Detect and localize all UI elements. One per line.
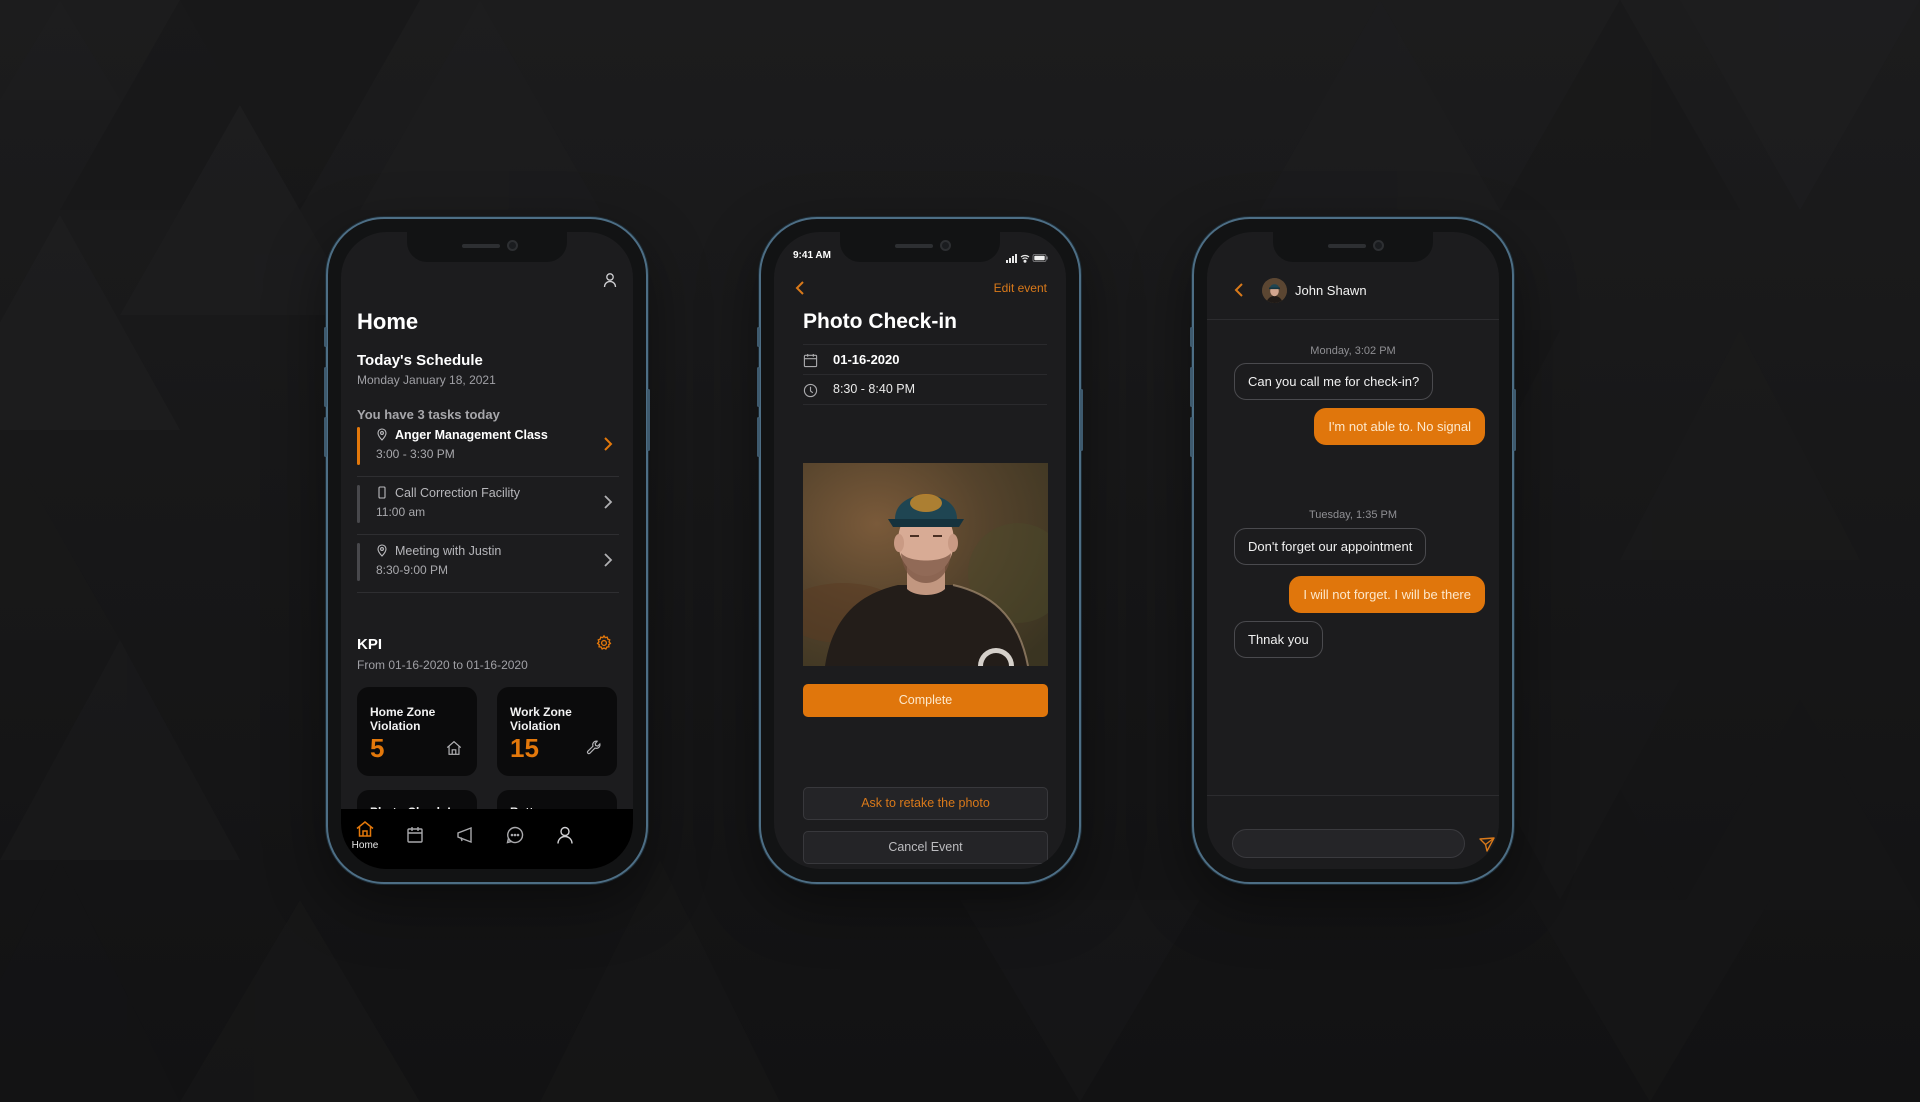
chevron-right-icon[interactable] xyxy=(603,436,613,452)
complete-button[interactable]: Complete xyxy=(803,684,1048,717)
phone-device-icon xyxy=(376,486,388,499)
tab-calendar[interactable] xyxy=(395,819,435,855)
chat-bubble-icon xyxy=(495,825,535,845)
message-bubble-incoming: Can you call me for check-in? xyxy=(1234,363,1434,400)
task-item[interactable]: Anger Management Class 3:00 - 3:30 PM xyxy=(357,420,619,477)
phone-power-button xyxy=(1513,389,1516,451)
divider xyxy=(803,344,1047,345)
chevron-right-icon[interactable] xyxy=(603,494,613,510)
bottom-tab-bar: Home xyxy=(341,809,633,869)
event-time: 8:30 - 8:40 PM xyxy=(833,382,915,396)
kpi-card-work-zone[interactable]: Work Zone Violation 15 xyxy=(497,687,617,776)
gear-icon[interactable] xyxy=(595,634,613,652)
message-bubble-incoming: Thnak you xyxy=(1234,621,1323,658)
calendar-icon xyxy=(803,353,818,368)
event-date: 01-16-2020 xyxy=(833,352,900,367)
task-name: Call Correction Facility xyxy=(395,486,521,500)
kpi-title: KPI xyxy=(357,636,383,653)
signal-icon xyxy=(1006,254,1017,263)
phone-volume-down xyxy=(1190,417,1193,457)
task-time: 8:30-9:00 PM xyxy=(376,563,449,577)
home-screen: Home Today's Schedule Monday January 18,… xyxy=(341,232,633,869)
tab-messages[interactable] xyxy=(495,819,535,855)
battery-icon xyxy=(1032,254,1048,262)
message-bubble-outgoing: I'm not able to. No signal xyxy=(1314,408,1485,445)
phone-mute-switch xyxy=(1190,327,1193,347)
home-icon xyxy=(445,739,463,757)
edit-event-link[interactable]: Edit event xyxy=(994,281,1047,295)
wrench-icon xyxy=(585,739,603,757)
phone-notch xyxy=(840,232,1000,262)
phone-volume-up xyxy=(1190,367,1193,407)
task-time: 3:00 - 3:30 PM xyxy=(376,447,455,461)
task-name: Anger Management Class xyxy=(395,428,548,442)
phone-volume-up xyxy=(757,367,760,407)
message-bubble-outgoing: I will not forget. I will be there xyxy=(1289,576,1485,613)
phone-notch xyxy=(1273,232,1433,262)
photo-checkin-screen: 9:41 AM Edit event Photo Check-in 01-16-… xyxy=(774,232,1066,869)
divider xyxy=(803,404,1047,405)
tab-label: Home xyxy=(351,840,379,851)
phone-home: Home Today's Schedule Monday January 18,… xyxy=(324,217,650,884)
page-title: Photo Check-in xyxy=(803,310,958,333)
chevron-right-icon[interactable] xyxy=(603,552,613,568)
kpi-value: 15 xyxy=(510,733,539,763)
task-indicator-bar xyxy=(357,485,360,523)
tab-home[interactable]: Home xyxy=(345,819,385,855)
page-title: Home xyxy=(357,309,419,334)
kpi-card-home-zone[interactable]: Home Zone Violation 5 xyxy=(357,687,477,776)
phone-volume-down xyxy=(324,417,327,457)
kpi-date-range: From 01-16-2020 to 01-16-2020 xyxy=(357,658,528,672)
phone-power-button xyxy=(1080,389,1083,451)
status-bar-icons xyxy=(1006,250,1050,263)
tab-profile[interactable] xyxy=(545,819,585,855)
kpi-label: Work Zone Violation xyxy=(510,705,572,733)
user-icon[interactable] xyxy=(602,272,618,288)
send-icon[interactable] xyxy=(1478,835,1496,853)
phone-chat: John Shawn Monday, 3:02 PM Can you call … xyxy=(1190,217,1516,884)
task-item[interactable]: Meeting with Justin 8:30-9:00 PM xyxy=(357,536,619,593)
phone-volume-down xyxy=(757,417,760,457)
kpi-value: 5 xyxy=(370,733,385,763)
schedule-date: Monday January 18, 2021 xyxy=(357,373,496,387)
home-icon xyxy=(345,819,385,839)
chat-screen: John Shawn Monday, 3:02 PM Can you call … xyxy=(1207,232,1499,869)
contact-avatar[interactable] xyxy=(1262,278,1287,303)
megaphone-icon xyxy=(445,825,485,845)
message-timestamp: Monday, 3:02 PM xyxy=(1310,345,1396,357)
phone-volume-up xyxy=(324,367,327,407)
task-name: Meeting with Justin xyxy=(395,544,502,558)
schedule-title: Today's Schedule xyxy=(357,352,483,369)
footer-divider xyxy=(1207,795,1499,796)
task-item[interactable]: Call Correction Facility 11:00 am xyxy=(357,478,619,535)
header-divider xyxy=(1207,319,1499,320)
status-bar-time: 9:41 AM xyxy=(793,250,831,261)
wifi-icon xyxy=(1020,254,1030,263)
chevron-left-icon[interactable] xyxy=(1234,281,1245,299)
phone-mute-switch xyxy=(324,327,327,347)
phone-photo-checkin: 9:41 AM Edit event Photo Check-in 01-16-… xyxy=(757,217,1083,884)
message-bubble-incoming: Don't forget our appointment xyxy=(1234,528,1427,565)
user-icon xyxy=(545,825,585,845)
message-input[interactable] xyxy=(1232,829,1465,858)
phone-power-button xyxy=(647,389,650,451)
task-time: 11:00 am xyxy=(376,505,426,519)
retake-photo-button[interactable]: Ask to retake the photo xyxy=(803,787,1048,820)
phone-mute-switch xyxy=(757,327,760,347)
cancel-event-button[interactable]: Cancel Event xyxy=(803,831,1048,864)
message-timestamp: Tuesday, 1:35 PM xyxy=(1308,509,1398,521)
location-pin-icon xyxy=(376,428,388,441)
chevron-left-icon[interactable] xyxy=(794,279,806,297)
kpi-label: Home Zone Violation xyxy=(370,705,436,733)
task-indicator-bar xyxy=(357,543,360,581)
task-indicator-bar xyxy=(357,427,360,465)
checkin-photo xyxy=(803,463,1048,666)
location-pin-icon xyxy=(376,544,388,557)
clock-icon xyxy=(803,383,818,398)
phone-notch xyxy=(407,232,567,262)
tab-announcements[interactable] xyxy=(445,819,485,855)
calendar-icon xyxy=(395,825,435,845)
divider xyxy=(803,374,1047,375)
contact-name: John Shawn xyxy=(1295,283,1367,298)
